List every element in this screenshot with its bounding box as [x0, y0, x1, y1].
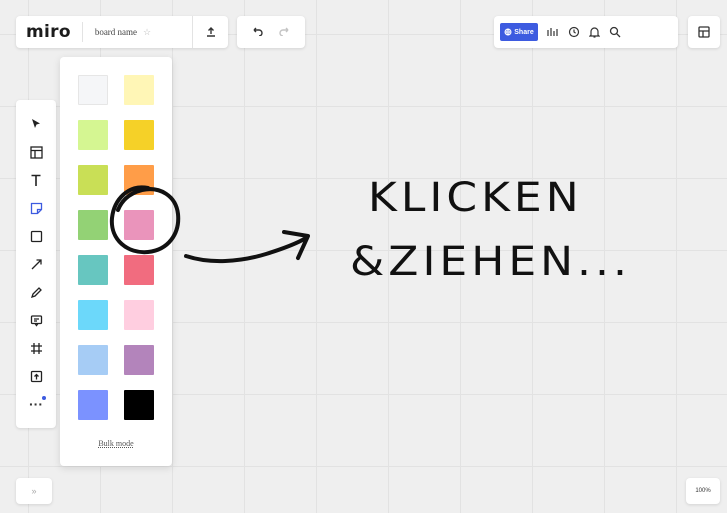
- frame-tool[interactable]: [22, 334, 50, 362]
- expand-panel-button[interactable]: »: [16, 478, 52, 504]
- color-swatch[interactable]: [78, 120, 108, 150]
- color-swatch[interactable]: [124, 390, 154, 420]
- text-tool[interactable]: [22, 166, 50, 194]
- sticky-note-icon: [30, 202, 42, 214]
- color-swatch[interactable]: [78, 345, 108, 375]
- board-header: miro board name ☆: [16, 16, 228, 48]
- zoom-level-label: 100%: [695, 488, 711, 494]
- templates-tool[interactable]: [22, 138, 50, 166]
- notifications-bell-icon[interactable]: [589, 26, 600, 38]
- shape-icon: [30, 230, 42, 242]
- star-icon[interactable]: ☆: [143, 27, 151, 38]
- upload-icon: [30, 370, 42, 382]
- sticky-note-color-panel: Bulk mode: [60, 57, 172, 466]
- new-feature-dot: [42, 396, 46, 400]
- share-button[interactable]: Share: [500, 23, 538, 41]
- color-swatch[interactable]: [78, 165, 108, 195]
- color-swatch-grid: [78, 75, 154, 420]
- upload-arrow-icon: [206, 27, 215, 37]
- redo-button[interactable]: [279, 23, 291, 41]
- reactions-icon[interactable]: [547, 27, 559, 37]
- pen-tool[interactable]: [22, 278, 50, 306]
- comment-icon: [30, 314, 42, 327]
- upload-tool[interactable]: [22, 362, 50, 390]
- connection-line-icon: [31, 258, 42, 269]
- sticky-note-tool[interactable]: [22, 194, 50, 222]
- timer-icon[interactable]: [568, 26, 580, 38]
- templates-icon: [29, 145, 43, 159]
- undo-icon: [253, 27, 263, 37]
- shape-tool[interactable]: [22, 222, 50, 250]
- panel-icon: [698, 26, 710, 38]
- more-tools-button[interactable]: ···: [22, 390, 50, 418]
- color-swatch[interactable]: [124, 255, 154, 285]
- left-toolbar: ···: [16, 100, 56, 428]
- frame-icon: [30, 342, 42, 354]
- color-swatch[interactable]: [124, 120, 154, 150]
- color-swatch[interactable]: [78, 210, 108, 240]
- color-swatch[interactable]: [124, 345, 154, 375]
- pen-icon: [30, 286, 42, 298]
- globe-icon: [504, 28, 512, 36]
- comment-tool[interactable]: [22, 306, 50, 334]
- color-swatch[interactable]: [78, 255, 108, 285]
- annotation-line-1: KLICKEN: [368, 174, 583, 221]
- more-dots-icon: ···: [29, 396, 43, 412]
- miro-logo[interactable]: miro: [16, 22, 83, 42]
- connection-line-tool[interactable]: [22, 250, 50, 278]
- top-right-toolbar: Share: [494, 16, 678, 48]
- color-swatch[interactable]: [124, 75, 154, 105]
- zoom-level[interactable]: 100%: [686, 478, 720, 504]
- color-swatch[interactable]: [78, 300, 108, 330]
- color-swatch[interactable]: [78, 390, 108, 420]
- double-chevron-icon: »: [31, 486, 37, 496]
- arrow-shaft: [184, 236, 308, 264]
- arrow-head: [282, 230, 310, 260]
- select-tool[interactable]: [22, 110, 50, 138]
- board-name[interactable]: board name: [83, 27, 137, 37]
- search-icon[interactable]: [609, 26, 621, 38]
- undo-button[interactable]: [251, 23, 263, 41]
- share-label: Share: [514, 28, 534, 36]
- redo-icon: [279, 27, 289, 37]
- annotation-line-2: &ZIEHEN...: [350, 238, 631, 285]
- bulk-mode-link[interactable]: Bulk mode: [60, 439, 172, 448]
- color-swatch[interactable]: [124, 300, 154, 330]
- text-icon: [31, 174, 41, 186]
- color-swatch[interactable]: [78, 75, 108, 105]
- color-swatch[interactable]: [124, 210, 154, 240]
- color-swatch[interactable]: [124, 165, 154, 195]
- undo-redo-group: [237, 16, 305, 48]
- sidebar-toggle-button[interactable]: [688, 16, 720, 48]
- select-cursor-icon: [32, 119, 40, 128]
- export-button[interactable]: [192, 16, 228, 48]
